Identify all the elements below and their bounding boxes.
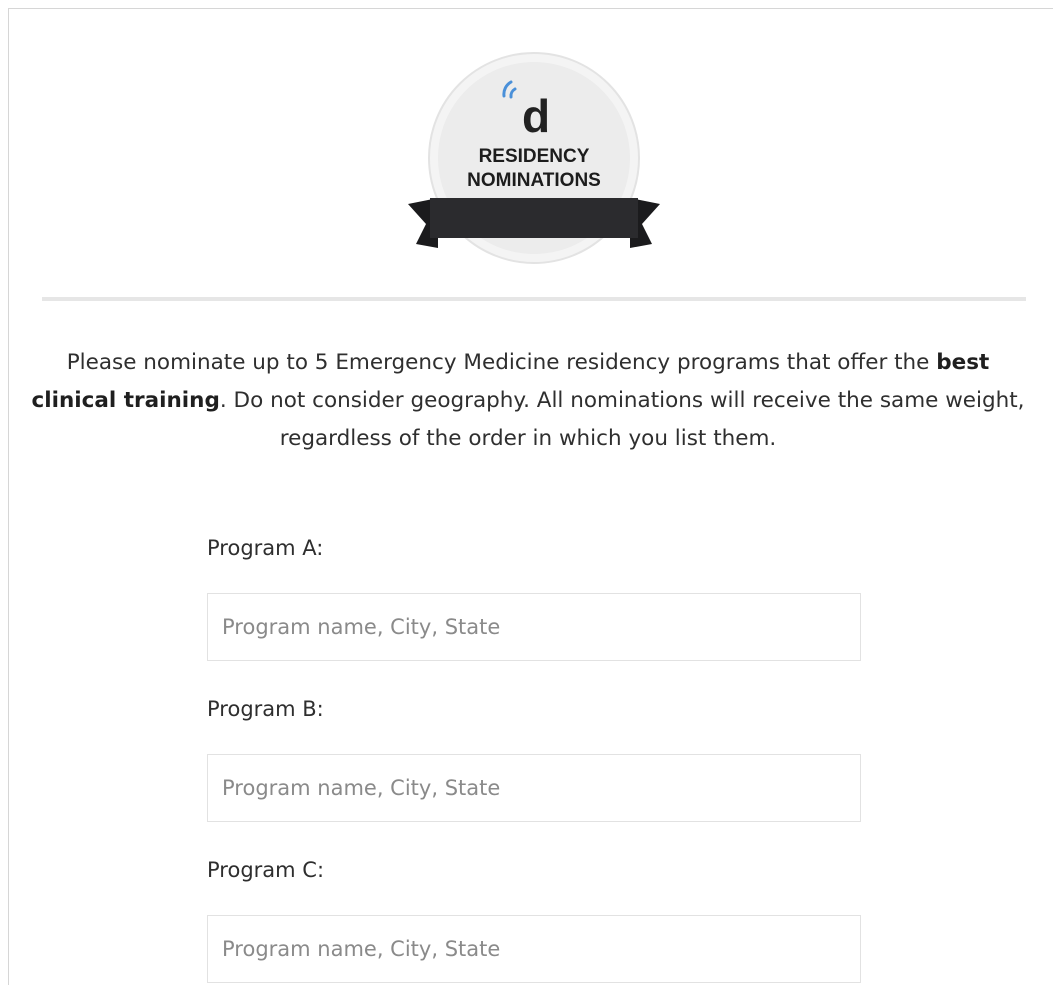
logo-line2: NOMINATIONS [467, 170, 601, 191]
badge-icon: d RESIDENCY NOMINATIONS [408, 52, 660, 264]
program-b-label: Program B: [207, 697, 324, 721]
residency-nominations-logo: d RESIDENCY NOMINATIONS [408, 52, 660, 268]
program-c-label: Program C: [207, 858, 325, 882]
instructions-text: Please nominate up to 5 Emergency Medici… [28, 344, 1028, 458]
program-a-input[interactable] [207, 593, 861, 661]
program-a-label: Program A: [207, 536, 324, 560]
section-divider [42, 297, 1026, 301]
program-b-input[interactable] [207, 754, 861, 822]
instructions-part2: . Do not consider geography. All nominat… [219, 388, 1025, 451]
logo-letter: d [522, 90, 550, 142]
logo-line1: RESIDENCY [479, 146, 590, 167]
instructions-part1: Please nominate up to 5 Emergency Medici… [66, 350, 937, 375]
program-c-input[interactable] [207, 915, 861, 983]
